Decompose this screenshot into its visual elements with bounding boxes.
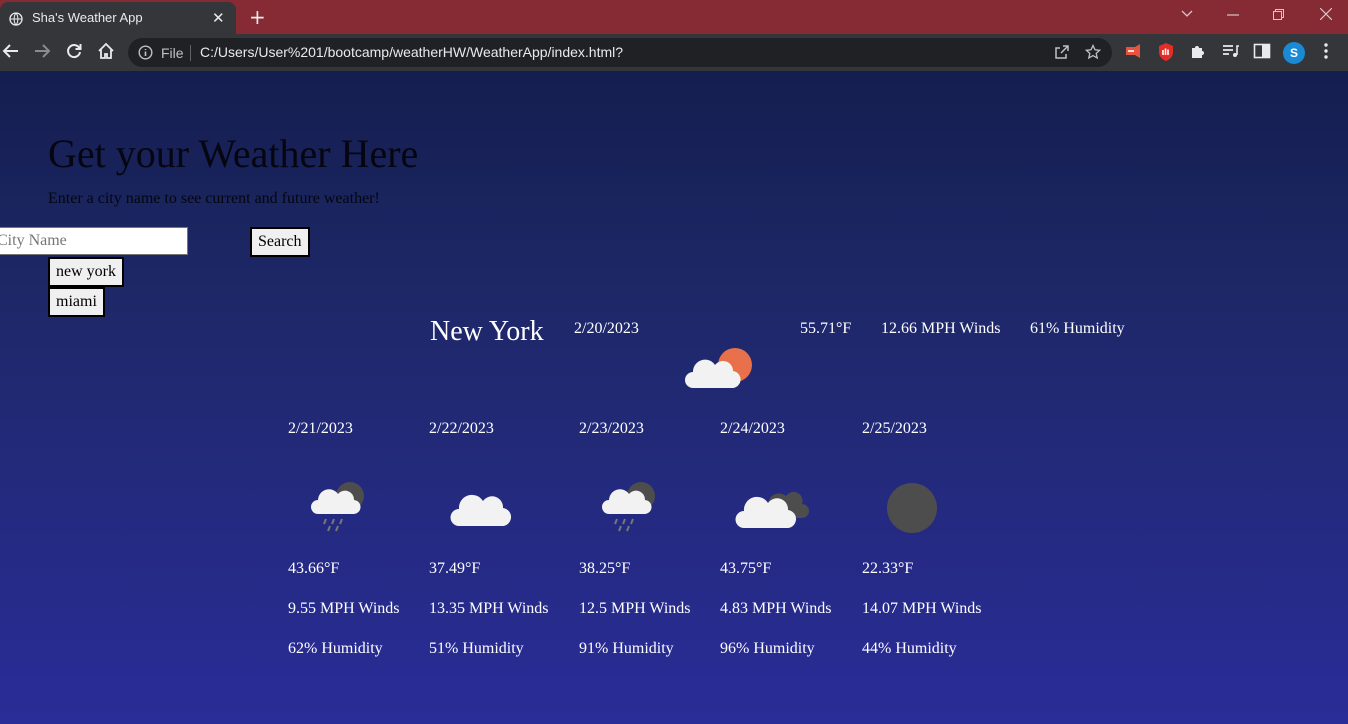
extensions-puzzle-icon[interactable] bbox=[1189, 42, 1207, 60]
tab-active[interactable]: Sha's Weather App ✕ bbox=[0, 2, 236, 34]
cloud-icon bbox=[450, 494, 512, 527]
rain-cloud-icon bbox=[311, 482, 364, 532]
browser-toolbar: File C:/Users/User%201/bootcamp/weatherH… bbox=[0, 34, 1348, 72]
close-window-icon[interactable] bbox=[1320, 8, 1332, 20]
tab-title: Sha's Weather App bbox=[32, 10, 143, 25]
url-scheme-label: File bbox=[161, 45, 184, 61]
omnibox-divider bbox=[190, 45, 191, 61]
current-wind: 12.66 MPH Winds bbox=[881, 320, 1001, 337]
share-icon[interactable] bbox=[1054, 44, 1070, 60]
profile-avatar[interactable]: S bbox=[1283, 42, 1305, 64]
forecast-wind-4: 4.83 MPH Winds bbox=[720, 600, 832, 617]
media-playlist-icon[interactable] bbox=[1221, 42, 1239, 60]
weather-page: Get your Weather Here Enter a city name … bbox=[0, 72, 1348, 724]
forecast-temp-1: 43.66°F bbox=[288, 560, 340, 577]
current-humidity: 61% Humidity bbox=[1030, 320, 1125, 337]
forecast-humidity-4: 96% Humidity bbox=[720, 640, 815, 657]
forecast-humidity-5: 44% Humidity bbox=[862, 640, 957, 657]
url-text[interactable]: C:/Users/User%201/bootcamp/weatherHW/Wea… bbox=[200, 44, 623, 60]
clear-night-icon bbox=[887, 483, 937, 533]
forecast-humidity-1: 62% Humidity bbox=[288, 640, 383, 657]
forecast-temp-2: 37.49°F bbox=[429, 560, 481, 577]
forecast-date-4: 2/24/2023 bbox=[720, 420, 785, 437]
adblock-extension-icon[interactable] bbox=[1157, 42, 1175, 62]
side-panel-icon[interactable] bbox=[1253, 42, 1271, 60]
current-city-name: New York bbox=[430, 316, 544, 347]
current-temp: 55.71°F bbox=[800, 320, 852, 337]
tab-close-icon[interactable]: ✕ bbox=[212, 9, 225, 27]
bookmark-star-icon[interactable] bbox=[1085, 44, 1101, 60]
reload-icon[interactable] bbox=[65, 42, 83, 60]
current-date: 2/20/2023 bbox=[574, 320, 639, 337]
search-button[interactable]: Search bbox=[250, 227, 310, 257]
forward-arrow-icon[interactable] bbox=[33, 42, 51, 60]
forecast-date-1: 2/21/2023 bbox=[288, 420, 353, 437]
forecast-wind-2: 13.35 MPH Winds bbox=[429, 600, 549, 617]
info-icon[interactable] bbox=[138, 45, 153, 60]
tab-search-chevron-icon[interactable] bbox=[1181, 10, 1193, 18]
restore-icon[interactable] bbox=[1273, 9, 1284, 20]
partly-cloudy-sun-icon bbox=[685, 348, 752, 389]
rain-cloud-icon bbox=[602, 482, 655, 532]
back-arrow-icon[interactable] bbox=[2, 42, 20, 60]
home-icon[interactable] bbox=[97, 42, 115, 60]
forecast-temp-4: 43.75°F bbox=[720, 560, 772, 577]
forecast-temp-3: 38.25°F bbox=[579, 560, 631, 577]
page-subtitle: Enter a city name to see current and fut… bbox=[48, 190, 380, 207]
forecast-wind-1: 9.55 MPH Winds bbox=[288, 600, 400, 617]
forecast-date-5: 2/25/2023 bbox=[862, 420, 927, 437]
new-tab-button[interactable]: + bbox=[249, 5, 266, 29]
globe-icon bbox=[9, 12, 23, 26]
forecast-humidity-3: 91% Humidity bbox=[579, 640, 674, 657]
forecast-date-3: 2/23/2023 bbox=[579, 420, 644, 437]
forecast-humidity-2: 51% Humidity bbox=[429, 640, 524, 657]
forecast-wind-5: 14.07 MPH Winds bbox=[862, 600, 982, 617]
forecast-wind-3: 12.5 MPH Winds bbox=[579, 600, 691, 617]
screen-recorder-extension-icon[interactable] bbox=[1124, 42, 1144, 60]
tab-strip: Sha's Weather App ✕ + bbox=[0, 0, 1348, 34]
minimize-icon[interactable] bbox=[1227, 14, 1239, 16]
history-button-miami[interactable]: miami bbox=[48, 287, 105, 317]
city-search-input[interactable] bbox=[0, 227, 188, 255]
forecast-date-2: 2/22/2023 bbox=[429, 420, 494, 437]
forecast-temp-5: 22.33°F bbox=[862, 560, 914, 577]
kebab-menu-icon[interactable] bbox=[1319, 42, 1333, 60]
page-heading: Get your Weather Here bbox=[48, 131, 419, 176]
broken-clouds-icon bbox=[735, 491, 809, 529]
address-bar[interactable]: File C:/Users/User%201/bootcamp/weatherH… bbox=[128, 38, 1112, 67]
history-button-new-york[interactable]: new york bbox=[48, 257, 124, 287]
